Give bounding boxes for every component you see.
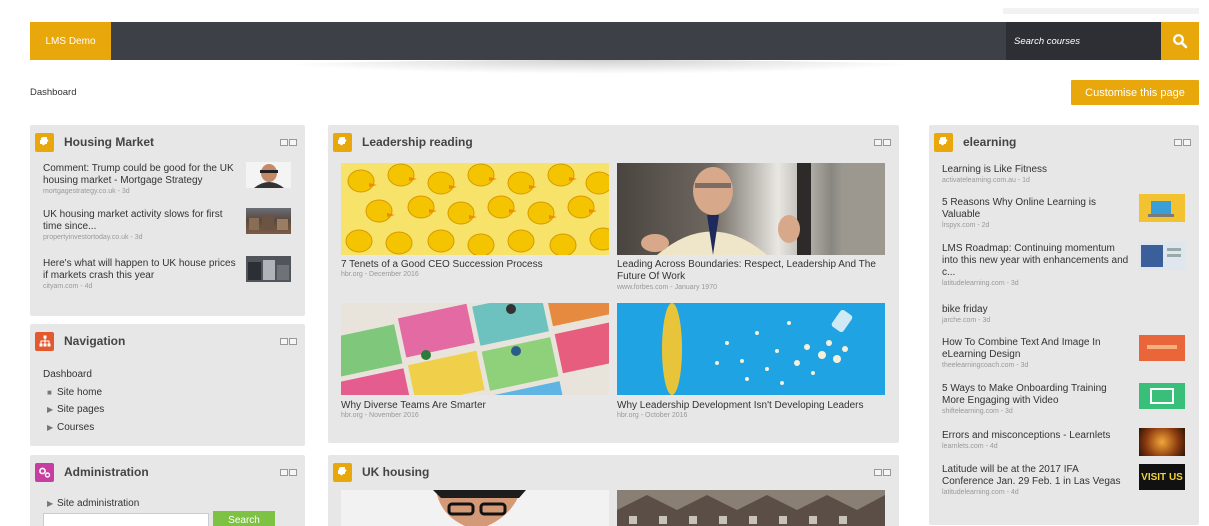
article-meta: hbr.org - October 2016 [617,412,688,419]
nav-item-courses[interactable]: ▶ Courses [43,419,104,437]
block-title: elearning [963,135,1017,149]
nav-item-site-home[interactable]: ■ Site home [43,384,104,402]
puzzle-icon [934,132,953,152]
list-item[interactable]: Here's what will happen to UK house pric… [43,258,243,291]
article-title[interactable]: Why Diverse Teams Are Smarter [341,400,609,412]
navigation-tree: Dashboard ■ Site home ▶ Site pages ▶ Course… [43,366,104,436]
elearning-block: elearning Learning is Like Fitness activ… [929,125,1199,525]
list-item[interactable]: 5 Reasons Why Online Learning is Valuabl… [942,197,1127,230]
settings-icon[interactable] [289,468,297,476]
search-button[interactable] [1161,22,1199,60]
minimize-icon[interactable] [280,138,288,146]
article-title[interactable]: 7 Tenets of a Good CEO Succession Proces… [341,259,609,271]
article-meta: www.forbes.com - January 1970 [617,284,717,291]
news-thumbnail[interactable] [1139,335,1185,361]
news-thumbnail[interactable] [1139,428,1185,456]
article-image-popcorn[interactable] [617,303,885,395]
customise-page-button[interactable]: Customise this page [1071,80,1199,105]
bullet-icon: ■ [47,387,52,397]
list-item[interactable]: UK housing market activity slows for fir… [43,209,243,242]
list-item[interactable]: 5 Ways to Make Onboarding Training More … [942,383,1132,416]
block-title: Housing Market [64,135,155,149]
nav-item-site-pages[interactable]: ▶ Site pages [43,401,104,419]
settings-icon[interactable] [883,138,891,146]
puzzle-icon [333,132,352,152]
sitemap-icon [35,331,54,351]
list-item[interactable]: Latitude will be at the 2017 IFA Confere… [942,464,1132,497]
news-thumbnail[interactable] [246,208,291,234]
list-item[interactable]: LMS Roadmap: Continuing momentum into th… [942,243,1132,288]
top-strip [1003,8,1199,14]
block-title: UK housing [362,465,430,479]
administration-block: Administration ▶ Site administration Sear… [30,455,305,526]
news-thumbnail[interactable] [1139,242,1185,270]
minimize-icon[interactable] [874,138,882,146]
magnifier-icon [1173,34,1188,49]
article-title[interactable]: Leading Across Boundaries: Respect, Lead… [617,259,885,283]
puzzle-icon [333,462,352,482]
news-thumbnail[interactable]: VISIT US [1139,464,1185,490]
cogs-icon [35,462,54,482]
expand-arrow-icon[interactable]: ▶ [47,401,57,419]
navbar-shadow [260,60,940,74]
site-brand[interactable]: LMS Demo [30,22,111,60]
news-thumbnail[interactable] [246,256,291,282]
uk-housing-block: UK housing [328,455,899,526]
block-title: Navigation [64,334,126,348]
admin-search-input[interactable] [43,513,209,526]
block-title: Administration [64,465,149,479]
article-image-speaker[interactable] [617,163,885,255]
settings-icon[interactable] [289,337,297,345]
admin-tree: ▶ Site administration [43,495,139,513]
list-item[interactable]: Errors and misconceptions - Learnlets le… [942,430,1132,451]
list-item[interactable]: How To Combine Text And Image In eLearni… [942,337,1127,370]
article-image-houses[interactable] [617,490,885,526]
news-thumbnail[interactable] [1139,383,1185,409]
settings-icon[interactable] [883,468,891,476]
minimize-icon[interactable] [280,337,288,345]
nav-dashboard-link[interactable]: Dashboard [43,366,104,384]
minimize-icon[interactable] [280,468,288,476]
top-navbar: LMS Demo Search courses [30,22,1199,60]
list-item[interactable]: Learning is Like Fitness activatelearnin… [942,164,1132,185]
list-item[interactable]: Comment: Trump could be good for the UK … [43,163,243,196]
housing-market-block: Housing Market Comment: Trump could be g… [30,125,305,316]
admin-search-button[interactable]: Search [213,511,275,526]
navigation-block: Navigation Dashboard ■ Site home ▶ Site pa… [30,324,305,446]
article-image-person[interactable] [341,490,609,526]
article-title[interactable]: Why Leadership Development Isn't Develop… [617,400,885,412]
news-thumbnail[interactable] [1139,194,1185,222]
puzzle-icon [35,132,54,152]
block-title: Leadership reading [362,135,473,149]
expand-arrow-icon[interactable]: ▶ [47,495,57,513]
expand-arrow-icon[interactable]: ▶ [47,419,57,437]
article-image-bingo[interactable] [341,303,609,395]
minimize-icon[interactable] [1174,138,1182,146]
list-item[interactable]: bike friday jarche.com - 3d [942,304,1132,325]
breadcrumb[interactable]: Dashboard [30,87,76,98]
article-meta: hbr.org - November 2016 [341,412,419,419]
article-meta: hbr.org - December 2016 [341,271,419,278]
settings-icon[interactable] [1183,138,1191,146]
settings-icon[interactable] [289,138,297,146]
nav-item-site-administration[interactable]: ▶ Site administration [43,495,139,513]
minimize-icon[interactable] [874,468,882,476]
news-thumbnail[interactable] [246,162,291,188]
leadership-reading-block: Leadership reading 7 Tenets of a Good CE… [328,125,899,443]
search-courses-input[interactable]: Search courses [1006,22,1161,60]
article-image-ducks[interactable] [341,163,609,255]
